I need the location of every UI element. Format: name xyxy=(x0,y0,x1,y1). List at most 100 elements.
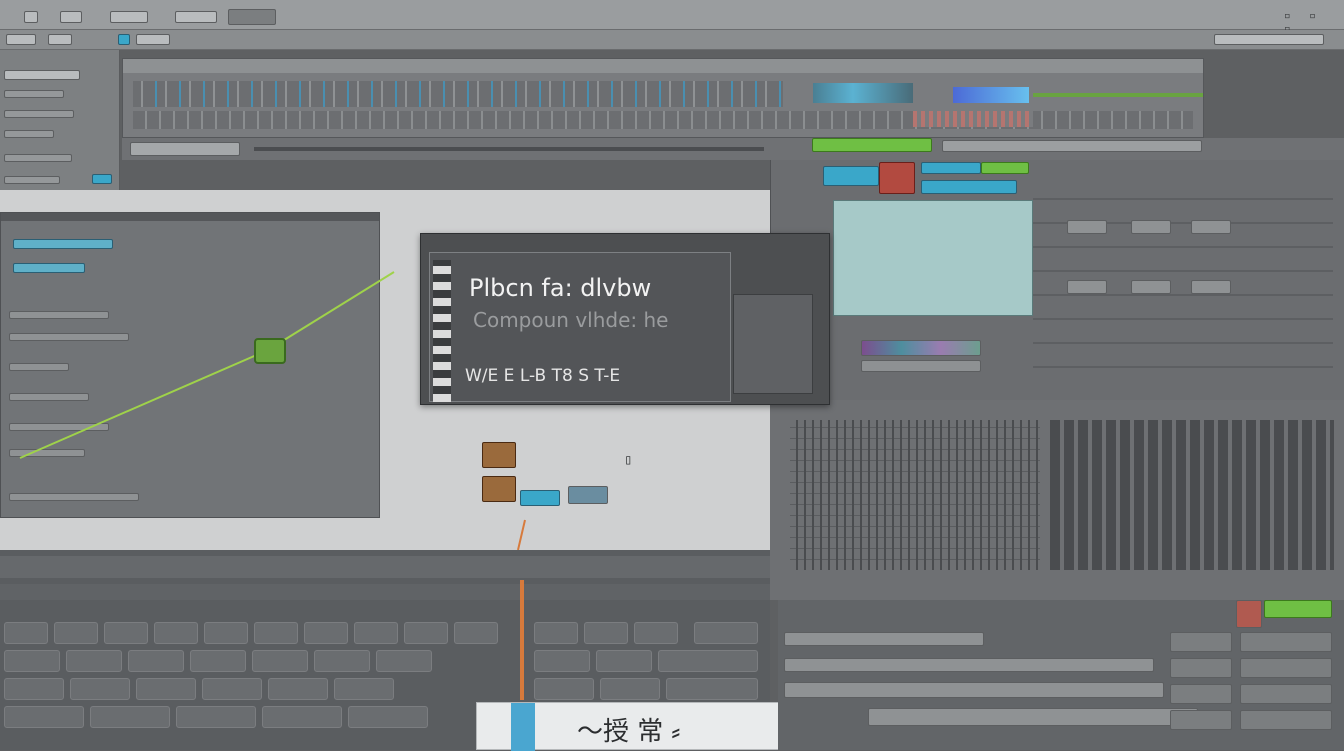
toolbar-button-b[interactable] xyxy=(48,34,72,45)
key[interactable] xyxy=(348,706,428,728)
property-cell[interactable] xyxy=(1131,220,1171,234)
dialog-window[interactable]: Plbcn fa: dlvbw Compoun vlhde: he W/E E … xyxy=(420,233,830,405)
key[interactable] xyxy=(268,678,328,700)
menu-square-icon[interactable] xyxy=(24,11,38,23)
node-chip-gray[interactable] xyxy=(568,486,608,504)
transport-field-right[interactable] xyxy=(942,140,1202,152)
node-chip-blue[interactable] xyxy=(520,490,560,506)
key[interactable] xyxy=(666,678,758,700)
property-cell[interactable] xyxy=(1131,280,1171,294)
key[interactable] xyxy=(658,650,758,672)
control-cell[interactable] xyxy=(1170,632,1232,652)
left-panel-row[interactable] xyxy=(4,130,54,138)
property-cell[interactable] xyxy=(1067,220,1107,234)
left-panel-row[interactable] xyxy=(4,110,74,118)
control-field[interactable] xyxy=(784,658,1154,672)
node-chip-orange[interactable] xyxy=(482,442,516,468)
control-field[interactable] xyxy=(868,708,1198,726)
key[interactable] xyxy=(66,650,122,672)
control-field[interactable] xyxy=(784,632,984,646)
timeline-clip-selected[interactable] xyxy=(953,87,1029,103)
control-cell[interactable] xyxy=(1240,684,1332,704)
node-chip-orange-2[interactable] xyxy=(482,476,516,502)
menu-item-4[interactable] xyxy=(228,9,276,25)
key[interactable] xyxy=(534,650,590,672)
key[interactable] xyxy=(4,650,60,672)
control-cell[interactable] xyxy=(1170,710,1232,730)
inspector-tab-blue-3[interactable] xyxy=(921,180,1017,194)
key[interactable] xyxy=(376,650,432,672)
toolbar-button-d[interactable] xyxy=(1214,34,1324,45)
key[interactable] xyxy=(4,678,64,700)
timeline-clip-blue[interactable] xyxy=(813,83,913,103)
inspector-swatch-row-2[interactable] xyxy=(861,360,981,372)
key[interactable] xyxy=(254,622,298,644)
timeline-panel[interactable] xyxy=(122,58,1204,138)
key[interactable] xyxy=(154,622,198,644)
left-panel-row[interactable] xyxy=(4,154,72,162)
left-panel-row[interactable] xyxy=(4,70,80,80)
key[interactable] xyxy=(634,622,678,644)
record-dot-icon[interactable] xyxy=(879,162,915,194)
menu-item-1[interactable] xyxy=(60,11,82,23)
left-panel-row[interactable] xyxy=(4,176,60,184)
transport-green-status[interactable] xyxy=(812,138,932,152)
key[interactable] xyxy=(454,622,498,644)
key[interactable] xyxy=(204,622,248,644)
key[interactable] xyxy=(304,622,348,644)
key[interactable] xyxy=(534,678,594,700)
control-cell[interactable] xyxy=(1170,658,1232,678)
menu-item-2[interactable] xyxy=(110,11,148,23)
key[interactable] xyxy=(584,622,628,644)
control-cell[interactable] xyxy=(1170,684,1232,704)
target-node-icon[interactable] xyxy=(254,338,286,364)
key[interactable] xyxy=(90,706,170,728)
key[interactable] xyxy=(136,678,196,700)
control-red-chip[interactable] xyxy=(1236,600,1262,628)
property-cell[interactable] xyxy=(1191,220,1231,234)
dialog-right-pane xyxy=(733,294,813,394)
connection-line-upper xyxy=(267,271,395,351)
key[interactable] xyxy=(596,650,652,672)
key[interactable] xyxy=(600,678,660,700)
key[interactable] xyxy=(334,678,394,700)
timeline-ruler xyxy=(123,59,1203,73)
key[interactable] xyxy=(54,622,98,644)
key[interactable] xyxy=(694,622,758,644)
key[interactable] xyxy=(128,650,184,672)
left-panel-row[interactable] xyxy=(4,90,64,98)
transport-scrub-bar[interactable] xyxy=(254,147,764,151)
key[interactable] xyxy=(404,622,448,644)
inspector-swatch-row[interactable] xyxy=(861,340,981,356)
control-field[interactable] xyxy=(784,682,1164,698)
key[interactable] xyxy=(176,706,256,728)
control-cell[interactable] xyxy=(1240,632,1332,652)
key[interactable] xyxy=(354,622,398,644)
menu-item-3[interactable] xyxy=(175,11,217,23)
key[interactable] xyxy=(104,622,148,644)
transport-field[interactable] xyxy=(130,142,240,156)
control-cell[interactable] xyxy=(1240,710,1332,730)
property-cell[interactable] xyxy=(1067,280,1107,294)
key[interactable] xyxy=(190,650,246,672)
key[interactable] xyxy=(534,622,578,644)
control-cell[interactable] xyxy=(1240,658,1332,678)
toolbar-button-a[interactable] xyxy=(6,34,36,45)
key[interactable] xyxy=(314,650,370,672)
toolbar-button-c[interactable] xyxy=(136,34,170,45)
property-cell[interactable] xyxy=(1191,280,1231,294)
toolbar-button-blue[interactable] xyxy=(118,34,130,45)
key[interactable] xyxy=(70,678,130,700)
key[interactable] xyxy=(262,706,342,728)
inspector-tab-green[interactable] xyxy=(981,162,1029,174)
key[interactable] xyxy=(4,622,48,644)
key[interactable] xyxy=(252,650,308,672)
inspector-tab-blue[interactable] xyxy=(823,166,879,186)
left-panel-blue-chip[interactable] xyxy=(92,174,112,184)
popup-blue-handle[interactable] xyxy=(511,703,535,751)
inspector-preview xyxy=(833,200,1033,316)
inspector-tab-blue-2[interactable] xyxy=(921,162,981,174)
key[interactable] xyxy=(202,678,262,700)
control-green-bar[interactable] xyxy=(1264,600,1332,618)
key[interactable] xyxy=(4,706,84,728)
